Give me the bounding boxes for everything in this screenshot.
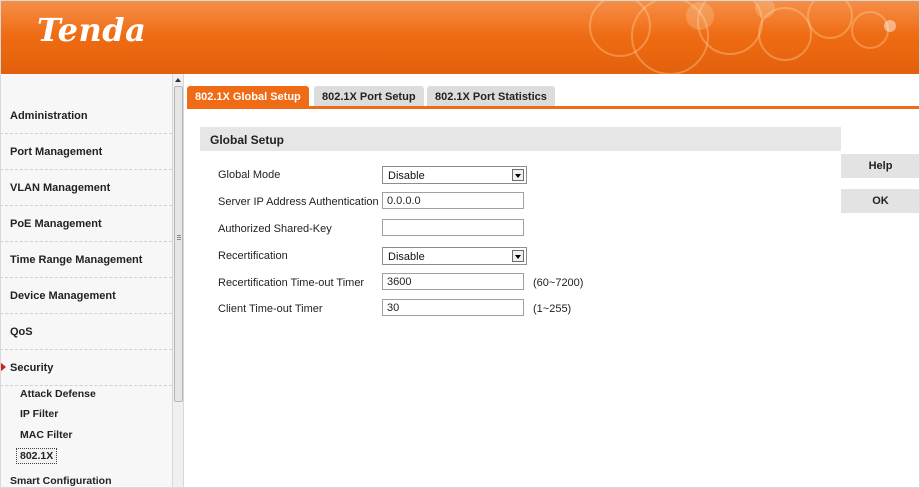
sidebar-item-label: Security (10, 362, 54, 374)
server-ip-label: Server IP Address Authentication (218, 196, 379, 208)
dropdown-button[interactable] (512, 250, 524, 262)
client-timer-input[interactable] (382, 299, 524, 316)
sidebar-item-poe-management[interactable]: PoE Management (0, 206, 172, 242)
sidebar: Administration Port Management VLAN Mana… (0, 74, 172, 488)
recert-timer-label: Recertification Time-out Timer (218, 277, 365, 289)
header-decoration-icon (589, 0, 896, 74)
server-ip-input[interactable] (382, 192, 524, 209)
recertification-value: Disable (388, 251, 425, 263)
sidebar-item-label: PoE Management (10, 218, 102, 230)
tab-underline (187, 106, 920, 109)
dropdown-button[interactable] (512, 169, 524, 181)
recert-timer-range: (60~7200) (533, 277, 584, 289)
tab-802-1x-port-statistics[interactable]: 802.1X Port Statistics (427, 86, 555, 108)
sidebar-item-security[interactable]: Security (0, 350, 172, 386)
chevron-down-icon (515, 255, 521, 259)
logo: Tenda (37, 11, 147, 49)
sidebar-item-label: Device Management (10, 290, 116, 302)
sidebar-item-device-management[interactable]: Device Management (0, 278, 172, 314)
sidebar-item-administration[interactable]: Administration (0, 98, 172, 134)
sidebar-item-port-management[interactable]: Port Management (0, 134, 172, 170)
sidebar-subitem-attack-defense[interactable]: Attack Defense (20, 388, 96, 400)
global-mode-select[interactable]: Disable (382, 166, 527, 184)
sidebar-subitem-mac-filter[interactable]: MAC Filter (20, 429, 73, 441)
sidebar-subitem-ip-filter[interactable]: IP Filter (20, 408, 58, 420)
sidebar-item-label: Port Management (10, 146, 103, 158)
header-banner: Tenda (0, 0, 920, 74)
grip-icon (177, 235, 181, 236)
sidebar-item-smart-configuration[interactable]: Smart Configuration (10, 475, 112, 487)
triangle-right-icon (0, 362, 6, 372)
shared-key-label: Authorized Shared-Key (218, 223, 332, 235)
section-title: Global Setup (210, 133, 285, 147)
sidebar-item-time-range-management[interactable]: Time Range Management (0, 242, 172, 278)
sidebar-item-vlan-management[interactable]: VLAN Management (0, 170, 172, 206)
recertification-select[interactable]: Disable (382, 247, 527, 265)
recertification-label: Recertification (218, 250, 288, 262)
recert-timer-input[interactable] (382, 273, 524, 290)
help-button[interactable]: Help (841, 154, 920, 178)
tab-802-1x-port-setup[interactable]: 802.1X Port Setup (314, 86, 424, 108)
ok-button[interactable]: OK (841, 189, 920, 213)
scroll-up-arrow-icon[interactable] (175, 78, 181, 82)
sidebar-scrollbar[interactable] (172, 74, 184, 488)
chevron-down-icon (515, 174, 521, 178)
client-timer-label: Client Time-out Timer (218, 303, 323, 315)
sidebar-subitem-802-1x[interactable]: 802.1X (16, 448, 58, 464)
global-mode-value: Disable (388, 170, 425, 182)
scrollbar-thumb[interactable] (174, 86, 183, 402)
sidebar-item-label: QoS (10, 326, 33, 338)
sidebar-item-qos[interactable]: QoS (0, 314, 172, 350)
tab-bar: 802.1X Global Setup 802.1X Port Setup 80… (187, 86, 920, 108)
tab-802-1x-global-setup[interactable]: 802.1X Global Setup (187, 86, 309, 108)
section-header: Global Setup (200, 127, 841, 151)
sidebar-item-label: Administration (10, 110, 88, 122)
client-timer-range: (1~255) (533, 303, 572, 315)
sidebar-item-label: VLAN Management (10, 182, 111, 194)
sidebar-item-label: Time Range Management (10, 254, 143, 266)
shared-key-input[interactable] (382, 219, 524, 236)
global-mode-label: Global Mode (218, 169, 281, 181)
